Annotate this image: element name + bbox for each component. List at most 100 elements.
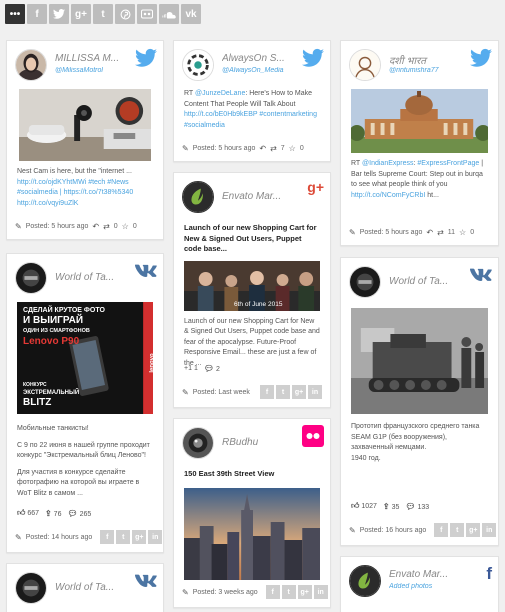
avatar[interactable] xyxy=(349,266,381,298)
avatar[interactable] xyxy=(15,572,47,604)
retweet-icon[interactable]: ⇄ xyxy=(103,222,110,231)
share-googleplus-icon[interactable]: g+ xyxy=(297,585,312,599)
star-icon[interactable]: ☆ xyxy=(122,222,129,231)
facebook-icon[interactable]: f xyxy=(470,563,492,585)
filter-tumblr-button[interactable]: t xyxy=(93,4,113,24)
comment-icon[interactable]: 💬︎ xyxy=(204,364,214,373)
post-time[interactable]: Posted: 16 hours ago xyxy=(360,527,427,534)
hashtag-link[interactable]: #ExpressFrontPage xyxy=(417,160,479,167)
filter-flickr-button[interactable] xyxy=(137,4,157,24)
author-name[interactable]: World of Ta... xyxy=(55,582,133,593)
filter-twitter-button[interactable] xyxy=(49,4,69,24)
reply-icon[interactable]: ↶ xyxy=(92,222,99,231)
post-time[interactable]: Posted: 5 hours ago xyxy=(193,145,256,152)
avatar[interactable] xyxy=(182,427,214,459)
share-linkedin-icon[interactable]: in xyxy=(148,530,163,544)
filter-all-button[interactable]: ••• xyxy=(5,4,25,24)
post-image[interactable] xyxy=(184,487,320,580)
filter-pinterest-button[interactable] xyxy=(115,4,135,24)
share-facebook-icon[interactable]: f xyxy=(260,385,274,399)
post-time[interactable]: Posted: 14 hours ago xyxy=(26,534,93,541)
post-image[interactable] xyxy=(19,89,151,161)
author-name[interactable]: Envato Mar... xyxy=(222,191,300,202)
thumbs-up-icon[interactable]: 👍︎ xyxy=(17,508,25,517)
avatar[interactable] xyxy=(349,565,381,597)
thumbs-up-icon[interactable]: 👍︎ xyxy=(351,501,359,510)
post-link[interactable]: #socialmedia | https://t.co/7t38%5340 xyxy=(17,189,133,196)
share-twitter-icon[interactable]: t xyxy=(276,385,290,399)
retweet-icon[interactable]: ⇄ xyxy=(270,144,277,153)
star-icon[interactable]: ☆ xyxy=(289,144,296,153)
reply-icon[interactable]: ↶ xyxy=(426,228,433,237)
share-googleplus-icon[interactable]: g+ xyxy=(292,385,306,399)
author-subtitle[interactable]: Added photos xyxy=(389,583,468,590)
post-link[interactable]: http://t.co/vqyi9uZlK xyxy=(17,200,78,207)
filter-soundcloud-button[interactable] xyxy=(159,4,179,24)
author-name[interactable]: MILLISSA M... xyxy=(55,53,133,64)
googleplus-icon[interactable]: g+ xyxy=(302,179,324,201)
share-linkedin-icon[interactable]: in xyxy=(308,385,322,399)
retweet-icon[interactable]: ⇄ xyxy=(437,228,444,237)
twitter-icon[interactable] xyxy=(135,47,157,69)
avatar[interactable] xyxy=(182,181,214,213)
avatar[interactable] xyxy=(15,49,47,81)
mention-link[interactable]: @JunzeDeLane xyxy=(195,90,245,97)
share-facebook-icon[interactable]: f xyxy=(265,585,280,599)
author-name[interactable]: World of Ta... xyxy=(389,276,468,287)
filter-googleplus-button[interactable]: g+ xyxy=(71,4,91,24)
post-card: RBudhu 150 East 39th Street View ✎ Poste… xyxy=(173,418,331,608)
author-name[interactable]: RBudhu xyxy=(222,437,300,448)
share-linkedin-icon[interactable]: in xyxy=(313,585,328,599)
vk-icon[interactable] xyxy=(470,264,492,286)
author-name[interactable]: दशी भारत xyxy=(389,53,468,67)
share-twitter-icon[interactable]: t xyxy=(281,585,296,599)
post-time[interactable]: Posted: Last week xyxy=(193,389,250,396)
share-icon[interactable]: ⇪ xyxy=(45,509,52,518)
post-title[interactable]: Launch of our new Shopping Cart for New … xyxy=(184,223,320,255)
filter-vk-button[interactable]: vk xyxy=(181,4,201,24)
twitter-icon[interactable] xyxy=(302,47,324,69)
share-twitter-icon[interactable]: t xyxy=(450,523,465,537)
post-image[interactable] xyxy=(351,308,488,414)
share-twitter-icon[interactable]: t xyxy=(116,530,131,544)
post-image[interactable]: СДЕЛАЙ КРУТОЕ ФОТО И ВЫИГРАЙ ОДИН ИЗ СМА… xyxy=(17,302,153,414)
share-icon[interactable]: ⇪ xyxy=(383,502,390,511)
filter-facebook-button[interactable]: f xyxy=(27,4,47,24)
avatar[interactable] xyxy=(349,49,381,81)
share-googleplus-icon[interactable]: g+ xyxy=(466,523,481,537)
post-stats: 👍︎ 667 ⇪ 76 💬︎ 265 xyxy=(17,508,91,518)
comment-icon[interactable]: 💬︎ xyxy=(67,509,77,518)
avatar[interactable] xyxy=(182,49,214,81)
post-image[interactable]: 6th of June 2015 xyxy=(184,260,320,311)
author-name[interactable]: AlwaysOn S... xyxy=(222,53,300,64)
flickr-icon[interactable] xyxy=(302,425,324,447)
like-count: 667 xyxy=(27,510,40,517)
post-link[interactable]: http://t.co/bE0Hb9kEBP xyxy=(184,111,257,118)
post-time[interactable]: Posted: 3 weeks ago xyxy=(193,589,258,596)
comment-icon[interactable]: 💬︎ xyxy=(405,502,415,511)
post-time[interactable]: Posted: 5 hours ago xyxy=(26,223,89,230)
author-name[interactable]: Envato Mar... xyxy=(389,569,468,580)
author-handle[interactable]: @rintumishra77 xyxy=(389,67,468,74)
author-handle[interactable]: @MilissaMotrol xyxy=(55,67,133,74)
post-title[interactable]: 150 East 39th Street View xyxy=(184,469,320,480)
card-header: MILLISSA M... @MilissaMotrol xyxy=(7,41,163,87)
plus-one-label[interactable]: +1 xyxy=(184,365,192,372)
star-icon[interactable]: ☆ xyxy=(459,228,466,237)
vk-icon[interactable] xyxy=(135,260,157,282)
share-facebook-icon[interactable]: f xyxy=(434,523,449,537)
reply-icon[interactable]: ↶ xyxy=(259,144,266,153)
post-link[interactable]: http://t.co/ojdKYhtMWi #tech #News xyxy=(17,179,129,186)
author-name[interactable]: World of Ta... xyxy=(55,272,133,283)
vk-icon[interactable] xyxy=(135,570,157,592)
mention-link[interactable]: @IndianExpress xyxy=(362,160,413,167)
twitter-icon[interactable] xyxy=(470,47,492,69)
post-image[interactable] xyxy=(351,89,488,153)
share-googleplus-icon[interactable]: g+ xyxy=(132,530,147,544)
post-link[interactable]: http://t.co/NComFyCRbI xyxy=(351,192,425,199)
author-handle[interactable]: @AlwaysOn_Media xyxy=(222,67,300,74)
share-facebook-icon[interactable]: f xyxy=(100,530,115,544)
avatar[interactable] xyxy=(15,262,47,294)
share-linkedin-icon[interactable]: in xyxy=(482,523,497,537)
post-time[interactable]: Posted: 5 hours ago xyxy=(360,229,423,236)
